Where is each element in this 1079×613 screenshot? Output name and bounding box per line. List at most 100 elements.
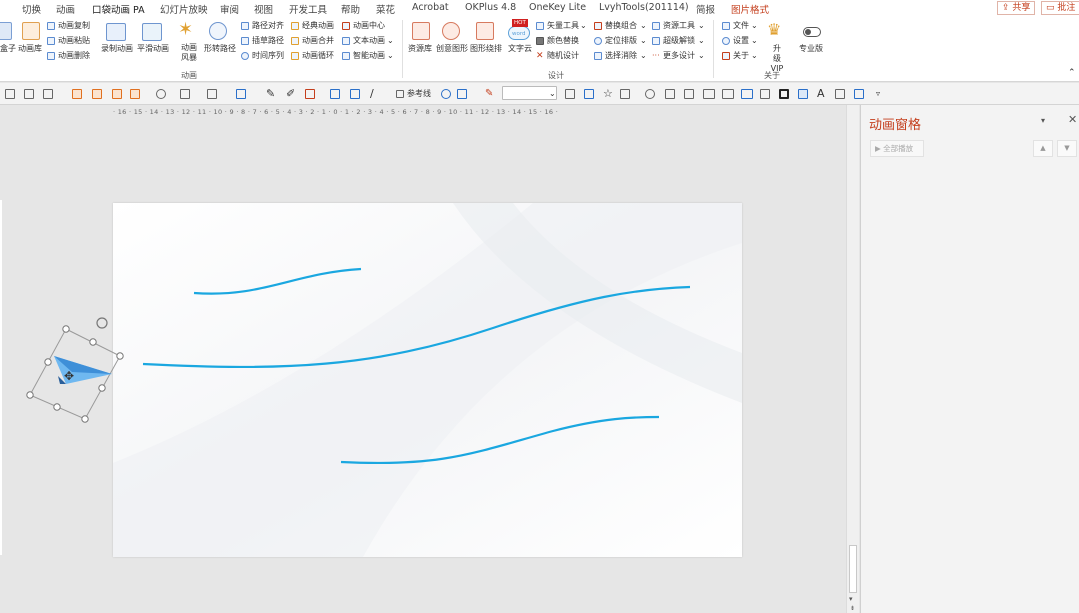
resize-handle[interactable] [26, 391, 34, 399]
line-tool-icon[interactable]: ∕ [370, 88, 380, 99]
more-design-dropdown-icon[interactable]: ⌄ [698, 51, 705, 61]
pen-icon[interactable]: ✎ [266, 88, 276, 99]
shape-to-path-button[interactable]: 形转路径 [204, 44, 236, 54]
color-replace-button[interactable]: 颜色替换 [547, 36, 579, 46]
animation-center-button[interactable]: 动画中心 [353, 21, 385, 31]
share-button[interactable]: ⇪ 共享 [997, 1, 1036, 15]
reference-line-checkbox[interactable] [396, 90, 404, 98]
tab-slideshow[interactable]: 幻灯片放映 [160, 2, 208, 16]
position-layout-button[interactable]: 定位排版 [605, 36, 637, 46]
anim-delete-button[interactable]: 动画删除 [58, 51, 90, 61]
tab-brief[interactable]: 简报 [696, 2, 715, 16]
random-design-button[interactable]: 随机设计 [547, 51, 579, 61]
tab-developer[interactable]: 开发工具 [289, 2, 327, 16]
box-button[interactable]: 盒子 [0, 44, 16, 54]
anim-copy-button[interactable]: 动画复制 [58, 21, 90, 31]
collapse-ribbon-icon[interactable]: ⌃ [1068, 68, 1076, 78]
super-unlock-dropdown-icon[interactable]: ⌄ [698, 36, 705, 46]
grid-icon[interactable] [457, 89, 467, 99]
wordart-icon[interactable] [350, 89, 360, 99]
more-design-button[interactable]: 更多设计 [663, 51, 695, 61]
shape-wrap-button[interactable]: 图形绕排 [470, 44, 502, 54]
select-erase-button[interactable]: 选择消除 [605, 51, 637, 61]
anim-paste-button[interactable]: 动画粘贴 [58, 36, 90, 46]
layer-forward-icon[interactable] [92, 89, 102, 99]
rect-outline-icon[interactable] [722, 89, 734, 99]
move-up-button[interactable]: ▲ [1033, 140, 1053, 157]
record-animation-button[interactable]: 录制动画 [101, 44, 133, 54]
comment-button[interactable]: ▭ 批注 [1041, 1, 1079, 15]
vertical-scrollbar[interactable]: ▾ ⇟ [846, 105, 859, 613]
selected-plane-object[interactable]: ✥ [20, 312, 130, 432]
word-cloud-button[interactable]: 文字云 [508, 44, 532, 54]
rect-icon[interactable] [703, 89, 715, 99]
pane-options-icon[interactable]: ▾ [1041, 116, 1045, 125]
crop-icon[interactable] [665, 89, 675, 99]
tab-okplus[interactable]: OKPlus 4.8 [465, 2, 516, 13]
shape-outline-icon[interactable] [180, 89, 190, 99]
play-all-button[interactable]: ▶ 全部播放 [870, 140, 924, 157]
font-color-icon[interactable] [305, 89, 315, 99]
layer-back-icon[interactable] [130, 89, 140, 99]
move-down-button[interactable]: ▼ [1057, 140, 1077, 157]
classic-animation-button[interactable]: 经典动画 [302, 21, 334, 31]
resize-handle[interactable] [81, 415, 89, 423]
resize-handle[interactable] [53, 403, 61, 411]
path-align-button[interactable]: 路径对齐 [252, 21, 284, 31]
settings-dropdown-icon[interactable]: ⌄ [751, 36, 758, 46]
customize-toolbar-icon[interactable]: ▿ [876, 89, 880, 99]
tab-acrobat[interactable]: Acrobat [412, 2, 449, 13]
align-center-icon[interactable] [24, 89, 34, 99]
rotate-icon[interactable] [684, 89, 694, 99]
animation-storm-button[interactable]: 动画风暴 [180, 43, 198, 63]
picture-frame-icon[interactable] [835, 89, 845, 99]
settings-button[interactable]: 设置 [733, 36, 749, 46]
vector-tool-dropdown-icon[interactable]: ⌄ [580, 21, 587, 31]
scroll-down-icon[interactable]: ▾ [849, 595, 853, 603]
tab-caihua[interactable]: 菜花 [376, 2, 395, 16]
layer-front-icon[interactable] [72, 89, 82, 99]
frame-icon[interactable] [779, 89, 789, 99]
tab-review[interactable]: 审阅 [220, 2, 239, 16]
tab-help[interactable]: 帮助 [341, 2, 360, 16]
tab-picture-format[interactable]: 图片格式 [731, 2, 769, 16]
merge-animation-button[interactable]: 动画合并 [302, 36, 334, 46]
brush-icon[interactable]: ✎ [485, 89, 495, 99]
slide[interactable] [113, 203, 742, 557]
tab-animations[interactable]: 动画 [56, 2, 75, 16]
creative-shape-button[interactable]: 创意图形 [436, 44, 468, 54]
scroll-thumb[interactable] [849, 545, 857, 593]
tab-lvyhtools[interactable]: LvyhTools(201114) [599, 2, 689, 13]
close-icon[interactable]: ✕ [1068, 113, 1077, 126]
animation-library-button[interactable]: 动画库 [18, 44, 42, 54]
loop-animation-button[interactable]: 动画循环 [302, 51, 334, 61]
draft-path-button[interactable]: 插草路径 [252, 36, 284, 46]
layer-backward-icon[interactable] [112, 89, 122, 99]
tab-onekey[interactable]: OneKey Lite [529, 2, 586, 13]
smart-animation-dropdown-icon[interactable]: ⌄ [387, 51, 394, 61]
time-sequence-button[interactable]: 时间序列 [252, 51, 284, 61]
align-left-icon[interactable] [5, 89, 15, 99]
resize-handle[interactable] [89, 338, 97, 346]
resource-tool-dropdown-icon[interactable]: ⌄ [698, 21, 705, 31]
page-down-icon[interactable]: ⇟ [850, 605, 855, 612]
resource-library-button[interactable]: 资源库 [408, 44, 432, 54]
rotate-handle-icon[interactable] [96, 317, 108, 329]
super-unlock-button[interactable]: 超级解锁 [663, 36, 695, 46]
star-icon[interactable]: ☆ [603, 88, 613, 99]
image-icon[interactable] [798, 89, 808, 99]
file-button[interactable]: 文件 [733, 21, 749, 31]
about-button[interactable]: 关于 [733, 51, 749, 61]
duplicate-icon[interactable] [760, 89, 770, 99]
pro-version-button[interactable]: 专业版 [799, 44, 823, 54]
shape-fill-icon[interactable] [156, 89, 166, 99]
textbox-icon[interactable] [330, 89, 340, 99]
eyedropper-icon[interactable]: ✐ [286, 88, 296, 99]
resize-handle[interactable] [44, 358, 52, 366]
picture-icon[interactable] [236, 89, 246, 99]
smart-animation-button[interactable]: 智能动画 [353, 51, 385, 61]
tab-transitions[interactable]: 切换 [22, 2, 41, 16]
file-dropdown-icon[interactable]: ⌄ [751, 21, 758, 31]
copy-icon[interactable] [565, 89, 575, 99]
text-animation-dropdown-icon[interactable]: ⌄ [387, 36, 394, 46]
